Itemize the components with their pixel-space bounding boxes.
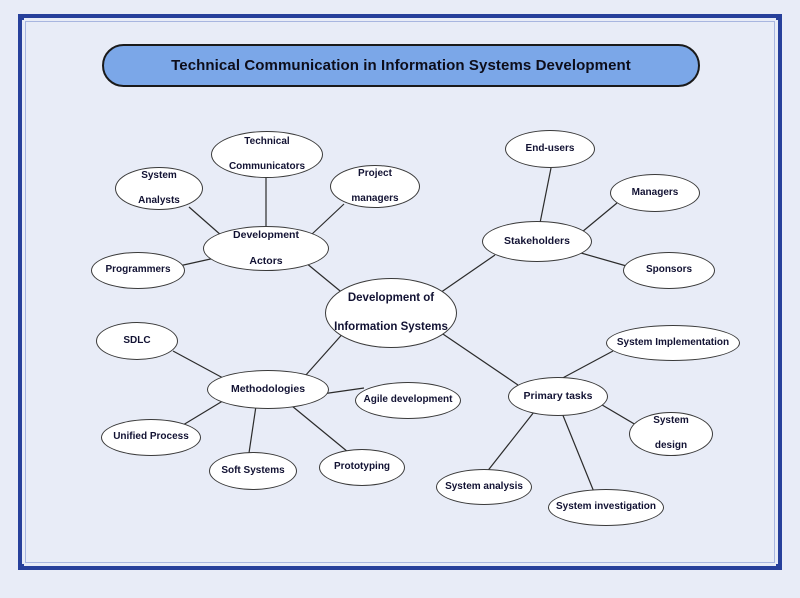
project-managers-line2: managers [351, 192, 399, 204]
edge-me-soft-systems [248, 405, 257, 454]
agile-development-label: Agile development [363, 394, 453, 406]
programmers-label: Programmers [105, 264, 171, 276]
node-sponsors[interactable]: Sponsors [623, 252, 715, 289]
system-design-line2: design [654, 440, 688, 452]
edge-sh-managers [581, 202, 618, 233]
system-design-line1: System [653, 415, 689, 427]
node-methodologies[interactable]: Methodologies [207, 370, 329, 409]
system-analysts-line2: Analysts [138, 194, 180, 206]
node-programmers[interactable]: Programmers [91, 252, 185, 289]
development-actors-line2: Actors [249, 255, 283, 268]
center-line1: Development of [347, 292, 435, 305]
node-end-users[interactable]: End-users [505, 130, 595, 168]
system-implementation-label: System Implementation [616, 336, 730, 348]
technical-communicators-line1: Technical [244, 135, 290, 147]
unified-process-label: Unified Process [113, 431, 189, 443]
diagram-canvas: Technical Communication in Information S… [0, 0, 800, 598]
edge-center-primary-tasks [436, 329, 519, 386]
edge-me-unified-process [182, 398, 227, 426]
node-development-of-information-systems[interactable]: Development of Information Systems [325, 278, 457, 348]
stakeholders-label: Stakeholders [504, 234, 570, 247]
primary-tasks-label: Primary tasks [523, 389, 593, 402]
edge-me-sdlc [172, 350, 224, 379]
node-unified-process[interactable]: Unified Process [101, 419, 201, 456]
edge-center-methodologies [304, 329, 347, 377]
node-technical-communicators[interactable]: Technical Communicators [211, 131, 323, 178]
edge-sh-end-users [539, 167, 552, 224]
technical-communicators-line2: Communicators [228, 160, 306, 172]
edge-center-stakeholders [436, 254, 496, 296]
system-investigation-label: System investigation [555, 501, 657, 513]
node-system-design[interactable]: System design [629, 412, 713, 456]
center-line2: Information Systems [334, 321, 448, 334]
edge-da-project-managers [310, 203, 345, 236]
edge-da-system-analysts [188, 206, 223, 237]
node-system-analysts[interactable]: System Analysts [115, 167, 203, 210]
node-prototyping[interactable]: Prototyping [319, 449, 405, 486]
development-actors-line1: Development [233, 228, 299, 241]
node-project-managers[interactable]: Project managers [330, 165, 420, 208]
node-system-analysis[interactable]: System analysis [436, 469, 532, 505]
soft-systems-label: Soft Systems [221, 464, 285, 476]
edge-pt-system-analysis [485, 411, 535, 474]
methodologies-label: Methodologies [230, 382, 306, 395]
sdlc-label: SDLC [123, 334, 151, 346]
system-analysts-line1: System [141, 169, 177, 181]
system-analysis-label: System analysis [445, 480, 523, 492]
node-system-investigation[interactable]: System investigation [548, 489, 664, 526]
edge-pt-system-investigation [561, 412, 595, 493]
edge-me-prototyping [291, 405, 349, 453]
node-sdlc[interactable]: SDLC [96, 322, 178, 360]
edge-sh-sponsors [580, 252, 631, 268]
node-development-actors[interactable]: Development Actors [203, 226, 329, 271]
node-stakeholders[interactable]: Stakeholders [482, 221, 592, 262]
node-managers[interactable]: Managers [610, 174, 700, 212]
prototyping-label: Prototyping [333, 461, 391, 473]
node-soft-systems[interactable]: Soft Systems [209, 452, 297, 490]
project-managers-line1: Project [358, 167, 392, 179]
node-primary-tasks[interactable]: Primary tasks [508, 377, 608, 416]
managers-label: Managers [631, 186, 679, 198]
node-agile-development[interactable]: Agile development [355, 382, 461, 419]
sponsors-label: Sponsors [645, 264, 693, 276]
end-users-label: End-users [525, 142, 575, 154]
node-system-implementation[interactable]: System Implementation [606, 325, 740, 361]
